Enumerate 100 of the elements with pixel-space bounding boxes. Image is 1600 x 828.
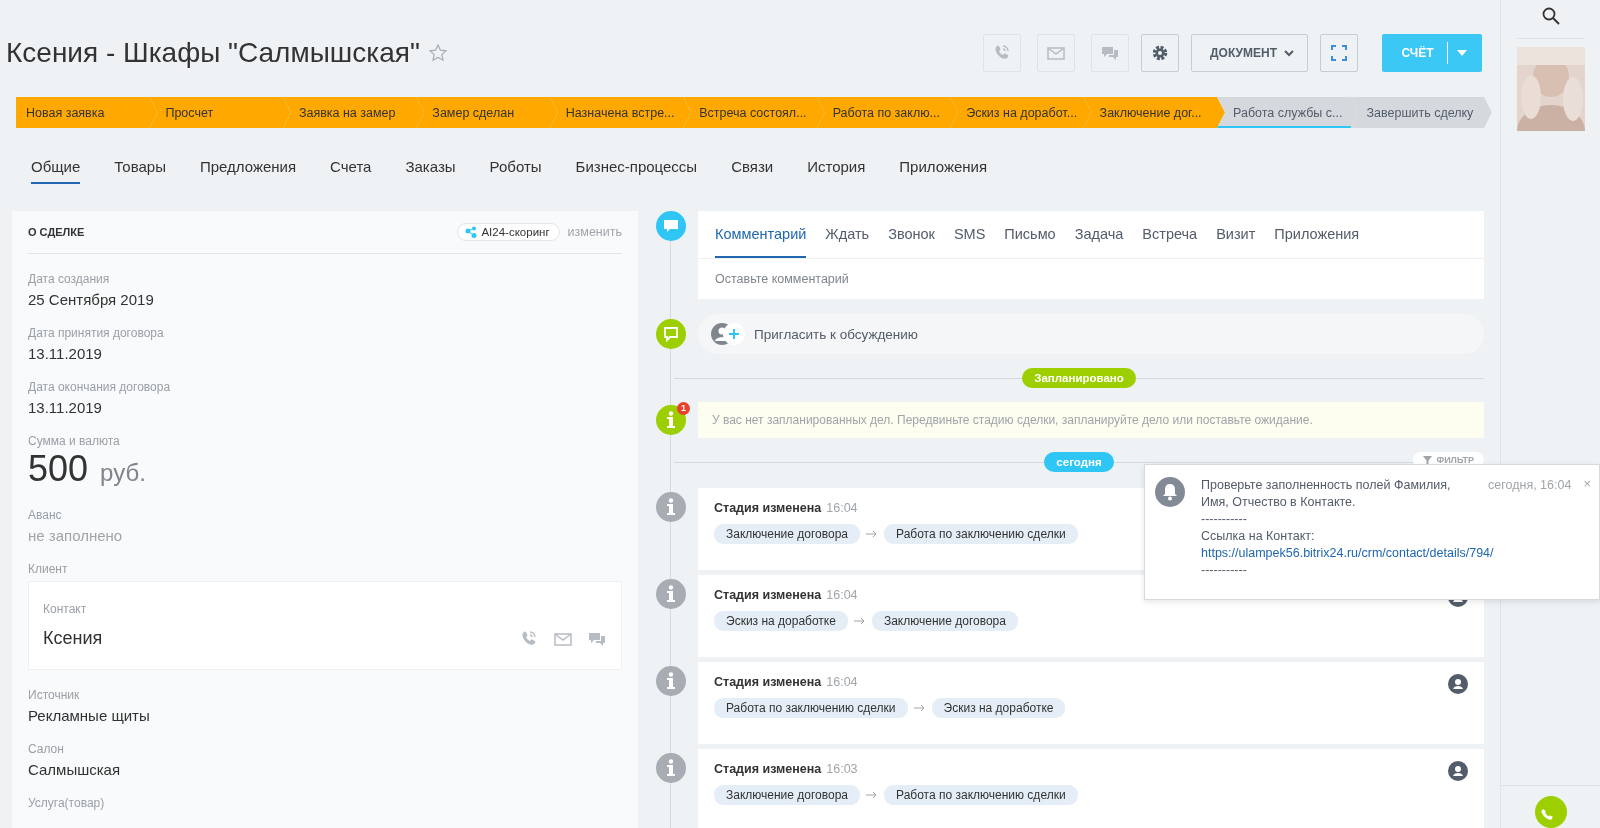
scoring-button[interactable]: AI24-скоринг xyxy=(457,223,560,241)
editor-tab[interactable]: Визит xyxy=(1216,211,1256,258)
stage-step[interactable]: Заключение дог... xyxy=(1083,97,1226,128)
stage-step[interactable]: Работа по заклю... xyxy=(816,97,959,128)
section-title: О СДЕЛКЕ xyxy=(28,226,86,238)
event-title: Стадия изменена 16:04 xyxy=(714,675,858,689)
link-label: Ссылка на Контакт: xyxy=(1201,528,1316,545)
stage-tag: Работа по заключению сделки xyxy=(884,785,1078,805)
tab[interactable]: Связи xyxy=(731,158,774,184)
stage-tag: Заключение договора xyxy=(871,611,1018,631)
amount-value: 500 xyxy=(28,448,89,490)
comment-field[interactable]: Оставьте комментарий xyxy=(698,259,1484,299)
field-label: Дата создания xyxy=(28,272,111,286)
tab[interactable]: Предложения xyxy=(199,158,297,184)
field-label: Контакт xyxy=(43,602,88,616)
stage-step[interactable]: Просчет xyxy=(149,97,291,128)
planned-note: У вас нет запланированных дел. Передвиньте стадию сделки, запланируйте дело или поставьте ожидание. xyxy=(698,402,1484,438)
user-icon[interactable] xyxy=(1448,674,1468,694)
comment-icon xyxy=(656,319,686,349)
stage-step[interactable]: Замер сделан xyxy=(416,97,558,128)
field-value: 13.11.2019 xyxy=(28,399,103,416)
event-title: Стадия изменена 16:04 xyxy=(714,588,858,602)
fullscreen-button[interactable] xyxy=(1320,34,1358,72)
invite-button[interactable]: Пригласить к обсуждению xyxy=(698,314,1484,354)
info-icon xyxy=(656,753,686,783)
stage-step[interactable]: Эскиз на доработ... xyxy=(950,97,1092,128)
stage-tag: Работа по заключению сделки xyxy=(884,524,1078,544)
tab[interactable]: Заказы xyxy=(405,158,456,184)
stage-tag: Заключение договора xyxy=(714,785,861,805)
stage-tag: Работа по заключению сделки xyxy=(714,698,908,718)
caret-icon xyxy=(1457,50,1467,56)
info-icon xyxy=(656,666,686,696)
arrow-right-icon xyxy=(913,704,926,712)
stage-tag: Эскиз на доработке xyxy=(931,698,1066,718)
stage-step[interactable]: Работа службы с... xyxy=(1217,97,1359,128)
add-user-icon xyxy=(710,322,746,346)
editor-tab[interactable]: Письмо xyxy=(1004,211,1056,258)
info-icon xyxy=(656,405,686,435)
stage-step[interactable]: Завершить сделку xyxy=(1350,97,1492,128)
search-icon[interactable] xyxy=(1540,6,1561,26)
stage-step[interactable]: Новая заявка xyxy=(16,97,158,128)
stage-tag: Эскиз на доработке xyxy=(714,611,848,631)
settings-button[interactable] xyxy=(1141,34,1180,72)
stage-step[interactable]: Заявка на замер xyxy=(282,97,425,128)
arrow-right-icon xyxy=(866,530,879,538)
chat-button[interactable] xyxy=(1091,34,1130,72)
separator-text: ----------- xyxy=(1201,511,1248,528)
count-badge: 1 xyxy=(677,402,690,415)
tab[interactable]: История xyxy=(807,158,866,184)
stage-step[interactable]: Назначена встре... xyxy=(549,97,692,128)
editor-tab[interactable]: Встреча xyxy=(1142,211,1198,258)
field-value: Салмышская xyxy=(28,761,122,778)
editor-tab[interactable]: Ждать xyxy=(825,211,870,258)
stage-step[interactable]: Встреча состоял... xyxy=(683,97,825,128)
tab[interactable]: Общие xyxy=(31,158,81,184)
tab[interactable]: Бизнес-процессы xyxy=(575,158,698,184)
arrow-right-icon xyxy=(866,791,879,799)
editor-tab[interactable]: Приложения xyxy=(1274,211,1360,258)
phone-button[interactable] xyxy=(983,34,1022,72)
notification-message: Проверьте заполненность полей Фамилия, Имя, Отчество в Контакте. xyxy=(1201,477,1452,511)
fullscreen-icon xyxy=(1329,43,1349,63)
contact-link[interactable]: https://ulampek56.bitrix24.ru/crm/contact/details/794/ xyxy=(1201,546,1494,560)
mail-button[interactable] xyxy=(1037,34,1076,72)
editor-tab[interactable]: Звонок xyxy=(888,211,935,258)
info-icon xyxy=(656,579,686,609)
phone-button[interactable] xyxy=(1534,796,1567,828)
star-icon[interactable] xyxy=(427,43,448,63)
field-value: 25 Сентября 2019 xyxy=(28,291,155,308)
field-label: Источник xyxy=(28,688,81,702)
field-label: Дата окончания договора xyxy=(28,380,172,394)
separator-text: ----------- xyxy=(1201,562,1248,579)
user-icon[interactable] xyxy=(1448,761,1468,781)
planned-label: Запланировано xyxy=(1022,368,1136,388)
event-title: Стадия изменена 16:03 xyxy=(714,762,858,776)
field-label: Дата принятия договора xyxy=(28,326,165,340)
arrow-right-icon xyxy=(853,617,866,625)
chevron-down-icon xyxy=(1283,47,1295,59)
document-button[interactable]: ДОКУМЕНТ xyxy=(1191,34,1308,72)
currency-value: руб. xyxy=(100,459,146,487)
page-title: Ксения - Шкафы "Салмышская" xyxy=(6,37,420,69)
field-label: Аванс xyxy=(28,508,63,522)
field-value: 13.11.2019 xyxy=(28,345,103,362)
date-label: сегодня xyxy=(1044,452,1114,472)
nodes-icon xyxy=(465,226,478,238)
editor-tab[interactable]: SMS xyxy=(953,211,986,258)
editor-tab[interactable]: Комментарий xyxy=(715,211,807,258)
editor-tab[interactable]: Задача xyxy=(1074,211,1124,258)
tab[interactable]: Приложения xyxy=(899,158,988,184)
field-label: Клиент xyxy=(28,562,69,576)
tab[interactable]: Счета xyxy=(330,158,372,184)
stage-tag: Заключение договора xyxy=(714,524,861,544)
field-label: Салон xyxy=(28,742,65,756)
field-label: Сумма и валюта xyxy=(28,434,121,448)
tab[interactable]: Товары xyxy=(114,158,166,184)
field-value: не заполнено xyxy=(28,527,124,544)
info-icon xyxy=(656,492,686,522)
field-value: Рекламные щиты xyxy=(28,707,151,724)
contact-name: Ксения xyxy=(43,628,104,649)
comment-icon xyxy=(656,211,686,241)
tab[interactable]: Роботы xyxy=(489,158,542,184)
